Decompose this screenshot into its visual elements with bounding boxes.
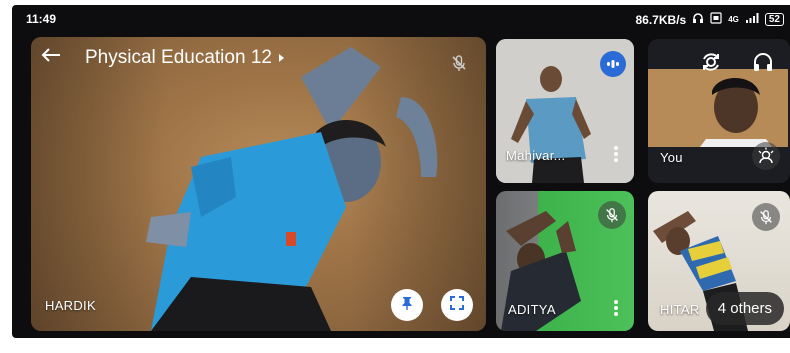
headphones-status-icon [692,12,704,27]
more-options-icon[interactable] [614,298,618,318]
participant-tile-self[interactable]: You [648,39,790,183]
fullscreen-icon [450,295,464,315]
main-video-tile[interactable]: Physical Education 12 HARDIK [31,37,486,331]
participant-name-aditya: ADITYA [508,302,556,317]
status-time: 11:49 [26,12,57,26]
participant-name-hitar: HITAR [660,302,700,317]
sim-icon [710,12,722,27]
meeting-header: Physical Education 12 [41,47,286,69]
battery-level: 52 [764,13,784,26]
more-options-icon[interactable] [614,144,618,164]
network-type: 4G [728,15,739,24]
meeting-title[interactable]: Physical Education 12 [85,47,286,69]
audio-output-icon[interactable] [748,47,778,77]
self-video [648,69,788,147]
meeting-title-text: Physical Education 12 [85,47,272,68]
mic-off-icon [752,203,780,231]
participant-name-mahivar: Mahivar... [506,148,566,163]
mic-off-icon [598,201,626,229]
status-indicators: 86.7KB/s 4G 52 [635,12,784,27]
pin-icon [399,295,415,316]
participant-tile-hitar[interactable]: HITAR 4 others [648,191,790,331]
phone-screen: 11:49 86.7KB/s 4G 52 Physical Education … [12,5,790,338]
speaking-indicator-icon [600,51,626,77]
participant-video-hardik [146,47,438,331]
participant-video-self [648,69,788,147]
network-speed: 86.7KB/s [635,12,687,27]
fullscreen-button[interactable] [441,289,473,321]
pin-button[interactable] [391,289,423,321]
effects-icon[interactable] [752,142,780,170]
main-participant-name: HARDIK [45,298,96,313]
participant-tile-mahivar[interactable]: Mahivar... [496,39,634,183]
back-arrow-icon[interactable] [41,47,61,69]
others-count-button[interactable]: 4 others [705,292,784,325]
switch-camera-icon[interactable] [696,47,726,77]
mic-off-icon [445,49,473,77]
signal-icon [745,12,759,27]
chevron-right-icon [278,47,286,69]
participant-name-self: You [660,150,683,165]
status-bar: 11:49 86.7KB/s 4G 52 [12,5,790,31]
participant-tile-aditya[interactable]: ADITYA [496,191,634,331]
